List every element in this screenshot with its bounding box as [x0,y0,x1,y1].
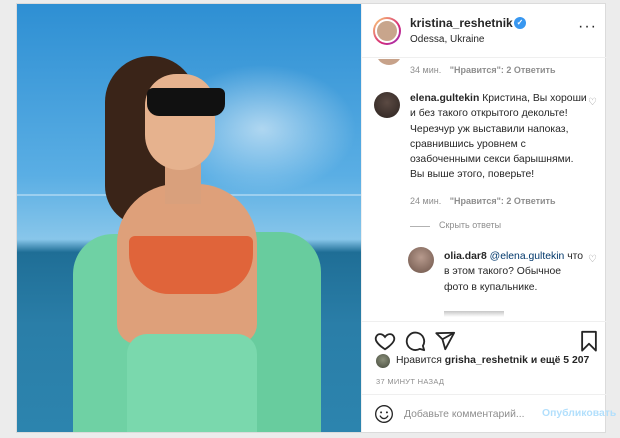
comment-likes[interactable]: "Нравится": 2 [450,65,512,75]
more-dots-icon[interactable]: ··· [578,18,597,36]
heart-icon[interactable] [374,330,396,352]
comment-like-heart-icon[interactable]: ♡ [588,97,597,108]
emoji-icon[interactable] [374,404,394,424]
reply-avatar[interactable] [408,247,434,273]
post-actions [362,321,607,355]
verified-badge-icon: ✓ [514,17,526,29]
reply-button[interactable]: Ответить [514,196,556,206]
comment-time: 34 мин. [410,65,442,75]
commenter-username[interactable]: elena.gultekin [410,93,479,104]
reply-username[interactable]: olia.dar8 [444,251,487,262]
likes-count[interactable]: и ещё 5 207 [531,355,590,366]
comment-text: elena.gultekin Кристина, Вы хороши и без… [410,91,588,183]
publish-button[interactable]: Опубликовать [542,408,616,419]
author-username[interactable]: kristina_reshetnik [410,16,513,30]
likes-text: Нравится grisha_reshetnik и ещё 5 207 [396,355,589,366]
reply-text: olia.dar8 @elena.gultekin что в этом так… [444,249,588,295]
photo-shorts [127,334,257,432]
post-header: kristina_reshetnik ✓ Odessa, Ukraine ··· [362,4,607,58]
likes-prefix: Нравится [396,355,442,366]
author-avatar[interactable] [373,17,401,45]
liker-username[interactable]: grisha_reshetnik [445,355,528,366]
comments-list: 34 мин. "Нравится": 2 Ответить elena.gul… [362,59,607,321]
bookmark-icon[interactable] [578,330,600,352]
instagram-post: kristina_reshetnik ✓ Odessa, Ukraine ···… [16,3,616,433]
comment-time: 24 мин. [410,196,442,206]
comment-meta: 24 мин. "Нравится": 2 Ответить [410,196,555,206]
reply-button[interactable]: Ответить [514,65,556,75]
comment-input[interactable] [404,406,552,422]
comment-likes[interactable]: "Нравится": 2 [450,196,512,206]
previous-comment-meta: 34 мин. "Нравится": 2 Ответить [410,65,555,75]
liker-avatar[interactable] [376,354,390,368]
hide-replies-button[interactable]: Скрыть ответы [439,220,501,230]
post-sidebar: kristina_reshetnik ✓ Odessa, Ukraine ···… [361,4,616,432]
reply-meta-cutoff [444,311,504,317]
previous-comment-avatar[interactable] [376,59,402,65]
likes-summary: Нравится grisha_reshetnik и ещё 5 207 [362,354,607,372]
comment-icon[interactable] [404,330,426,352]
replies-divider [410,226,430,227]
commenter-avatar[interactable] [374,92,400,118]
photo-sunglasses [147,88,225,116]
add-comment-bar: Опубликовать [362,394,616,432]
photo-swimsuit-top [129,236,253,294]
comment-body: Кристина, Вы хороши и без такого открыто… [410,93,587,181]
share-icon[interactable] [434,330,456,352]
post-timestamp[interactable]: 37 МИНУТ НАЗАД [376,377,444,386]
post-photo[interactable] [17,4,361,432]
post-location[interactable]: Odessa, Ukraine [410,34,484,45]
reply-like-heart-icon[interactable]: ♡ [588,254,597,265]
reply-mention[interactable]: @elena.gultekin [490,251,565,262]
